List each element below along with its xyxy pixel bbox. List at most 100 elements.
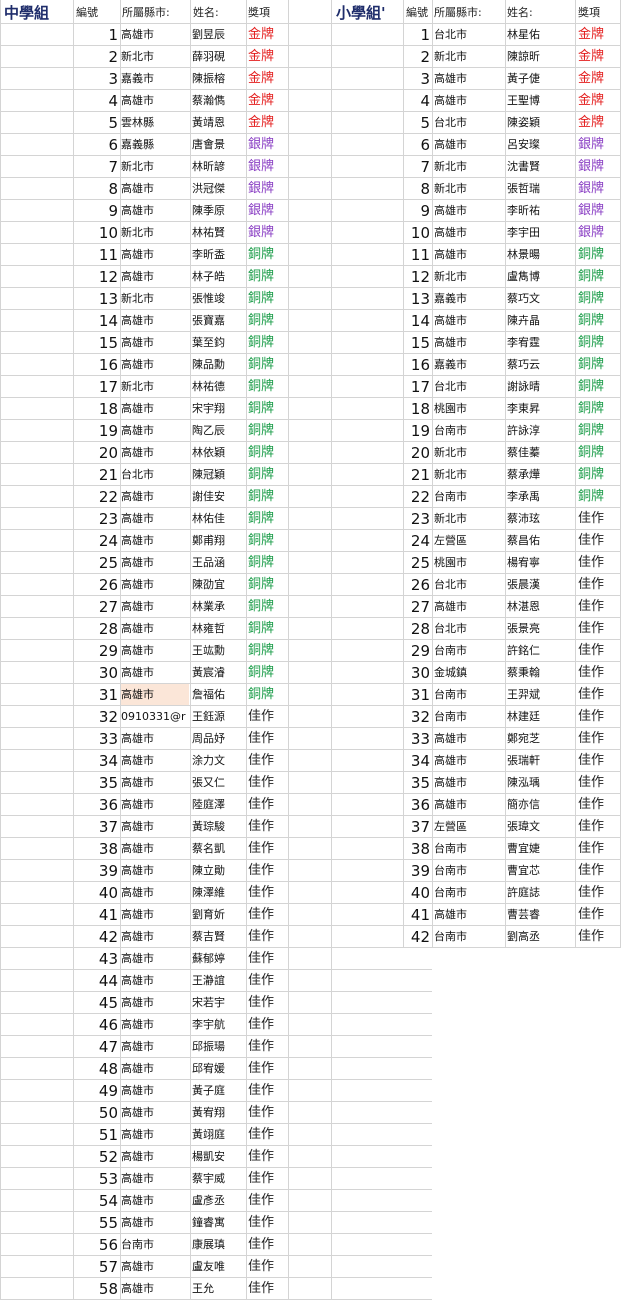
row-number-cell[interactable]: 17 <box>404 376 432 398</box>
row-number-cell[interactable]: 53 <box>76 1168 120 1190</box>
city-cell[interactable]: 高雄市 <box>434 134 504 156</box>
primary-header-city[interactable]: 所屬縣市: <box>434 2 504 24</box>
city-cell[interactable]: 台南市 <box>434 486 504 508</box>
name-cell[interactable]: 蔡秉翰 <box>507 662 573 684</box>
city-cell[interactable]: 高雄市 <box>434 200 504 222</box>
row-number-cell[interactable]: 20 <box>404 442 432 464</box>
city-cell[interactable]: 新北市 <box>434 156 504 178</box>
row-number-cell[interactable]: 23 <box>404 508 432 530</box>
name-cell[interactable]: 陳姿穎 <box>507 112 573 134</box>
award-cell[interactable]: 銅牌 <box>578 442 618 464</box>
row-number-cell[interactable]: 36 <box>404 794 432 816</box>
city-cell[interactable]: 高雄市 <box>121 1146 189 1168</box>
city-cell[interactable]: 高雄市 <box>121 1036 189 1058</box>
name-cell[interactable]: 李東昇 <box>507 398 573 420</box>
row-number-cell[interactable]: 54 <box>76 1190 120 1212</box>
name-cell[interactable]: 黃翊庭 <box>192 1124 245 1146</box>
city-cell[interactable]: 台南市 <box>434 882 504 904</box>
award-cell[interactable]: 銅牌 <box>578 464 618 486</box>
name-cell[interactable]: 陳諒昕 <box>507 46 573 68</box>
name-cell[interactable]: 陳卉晶 <box>507 310 573 332</box>
award-cell[interactable]: 佳作 <box>248 1080 286 1102</box>
name-cell[interactable]: 張景亮 <box>507 618 573 640</box>
name-cell[interactable]: 王聖博 <box>507 90 573 112</box>
row-number-cell[interactable]: 3 <box>404 68 432 90</box>
city-cell[interactable]: 高雄市 <box>121 1212 189 1234</box>
name-cell[interactable]: 李宥霆 <box>507 332 573 354</box>
name-cell[interactable]: 王允 <box>192 1278 245 1300</box>
award-cell[interactable]: 佳作 <box>248 992 286 1014</box>
row-number-cell[interactable]: 32 <box>404 706 432 728</box>
row-number-cell[interactable]: 31 <box>404 684 432 706</box>
award-cell[interactable]: 銀牌 <box>578 222 618 244</box>
row-number-cell[interactable]: 30 <box>404 662 432 684</box>
primary-header-no[interactable]: 編號 <box>406 2 434 24</box>
award-cell[interactable]: 佳作 <box>578 750 618 772</box>
award-cell[interactable]: 佳作 <box>248 948 286 970</box>
city-cell[interactable]: 台北市 <box>434 376 504 398</box>
award-cell[interactable]: 佳作 <box>248 1102 286 1124</box>
row-number-cell[interactable]: 42 <box>404 926 432 948</box>
name-cell[interactable]: 王瀞誼 <box>192 970 245 992</box>
row-number-cell[interactable]: 37 <box>404 816 432 838</box>
name-cell[interactable]: 林星佑 <box>507 24 573 46</box>
row-number-cell[interactable]: 4 <box>404 90 432 112</box>
row-number-cell[interactable]: 44 <box>76 970 120 992</box>
row-number-cell[interactable]: 7 <box>404 156 432 178</box>
name-cell[interactable]: 盧彥丞 <box>192 1190 245 1212</box>
row-number-cell[interactable]: 39 <box>404 860 432 882</box>
name-cell[interactable]: 張瑋文 <box>507 816 573 838</box>
award-cell[interactable]: 銀牌 <box>578 134 618 156</box>
award-cell[interactable]: 佳作 <box>248 1124 286 1146</box>
name-cell[interactable]: 邱宥媛 <box>192 1058 245 1080</box>
name-cell[interactable]: 蔡昌佑 <box>507 530 573 552</box>
name-cell[interactable]: 林景暘 <box>507 244 573 266</box>
city-cell[interactable]: 台南市 <box>434 706 504 728</box>
award-cell[interactable]: 佳作 <box>578 882 618 904</box>
row-number-cell[interactable]: 52 <box>76 1146 120 1168</box>
city-cell[interactable]: 高雄市 <box>121 1014 189 1036</box>
row-number-cell[interactable]: 41 <box>404 904 432 926</box>
award-cell[interactable]: 銀牌 <box>578 200 618 222</box>
award-cell[interactable]: 銅牌 <box>578 486 618 508</box>
name-cell[interactable]: 盧雋博 <box>507 266 573 288</box>
award-cell[interactable]: 佳作 <box>578 926 618 948</box>
award-cell[interactable]: 銅牌 <box>578 420 618 442</box>
name-cell[interactable]: 曹宜婕 <box>507 838 573 860</box>
city-cell[interactable]: 高雄市 <box>121 1168 189 1190</box>
award-cell[interactable]: 金牌 <box>578 68 618 90</box>
row-number-cell[interactable]: 35 <box>404 772 432 794</box>
middle-header-award[interactable]: 獎項 <box>248 2 288 24</box>
row-number-cell[interactable]: 10 <box>404 222 432 244</box>
award-cell[interactable]: 佳作 <box>248 1146 286 1168</box>
row-number-cell[interactable]: 40 <box>404 882 432 904</box>
name-cell[interactable]: 李昕祐 <box>507 200 573 222</box>
name-cell[interactable]: 陳泓瑀 <box>507 772 573 794</box>
city-cell[interactable]: 新北市 <box>434 178 504 200</box>
primary-header-name[interactable]: 姓名: <box>507 2 573 24</box>
award-cell[interactable]: 佳作 <box>578 838 618 860</box>
award-cell[interactable]: 佳作 <box>578 574 618 596</box>
award-cell[interactable]: 銅牌 <box>578 398 618 420</box>
city-cell[interactable]: 台北市 <box>434 112 504 134</box>
city-cell[interactable]: 台南市 <box>434 926 504 948</box>
award-cell[interactable]: 銅牌 <box>578 354 618 376</box>
name-cell[interactable]: 蔡承燁 <box>507 464 573 486</box>
award-cell[interactable]: 銅牌 <box>578 376 618 398</box>
city-cell[interactable]: 新北市 <box>434 508 504 530</box>
city-cell[interactable]: 高雄市 <box>434 68 504 90</box>
name-cell[interactable]: 邱振瑒 <box>192 1036 245 1058</box>
row-number-cell[interactable]: 22 <box>404 486 432 508</box>
row-number-cell[interactable]: 12 <box>404 266 432 288</box>
city-cell[interactable]: 台南市 <box>434 860 504 882</box>
row-number-cell[interactable]: 16 <box>404 354 432 376</box>
row-number-cell[interactable]: 50 <box>76 1102 120 1124</box>
name-cell[interactable]: 蘇郁婷 <box>192 948 245 970</box>
name-cell[interactable]: 張瑞軒 <box>507 750 573 772</box>
name-cell[interactable]: 沈書賢 <box>507 156 573 178</box>
name-cell[interactable]: 蔡佳蓁 <box>507 442 573 464</box>
row-number-cell[interactable]: 57 <box>76 1256 120 1278</box>
city-cell[interactable]: 高雄市 <box>121 1124 189 1146</box>
name-cell[interactable]: 張哲瑞 <box>507 178 573 200</box>
award-cell[interactable]: 銀牌 <box>578 156 618 178</box>
